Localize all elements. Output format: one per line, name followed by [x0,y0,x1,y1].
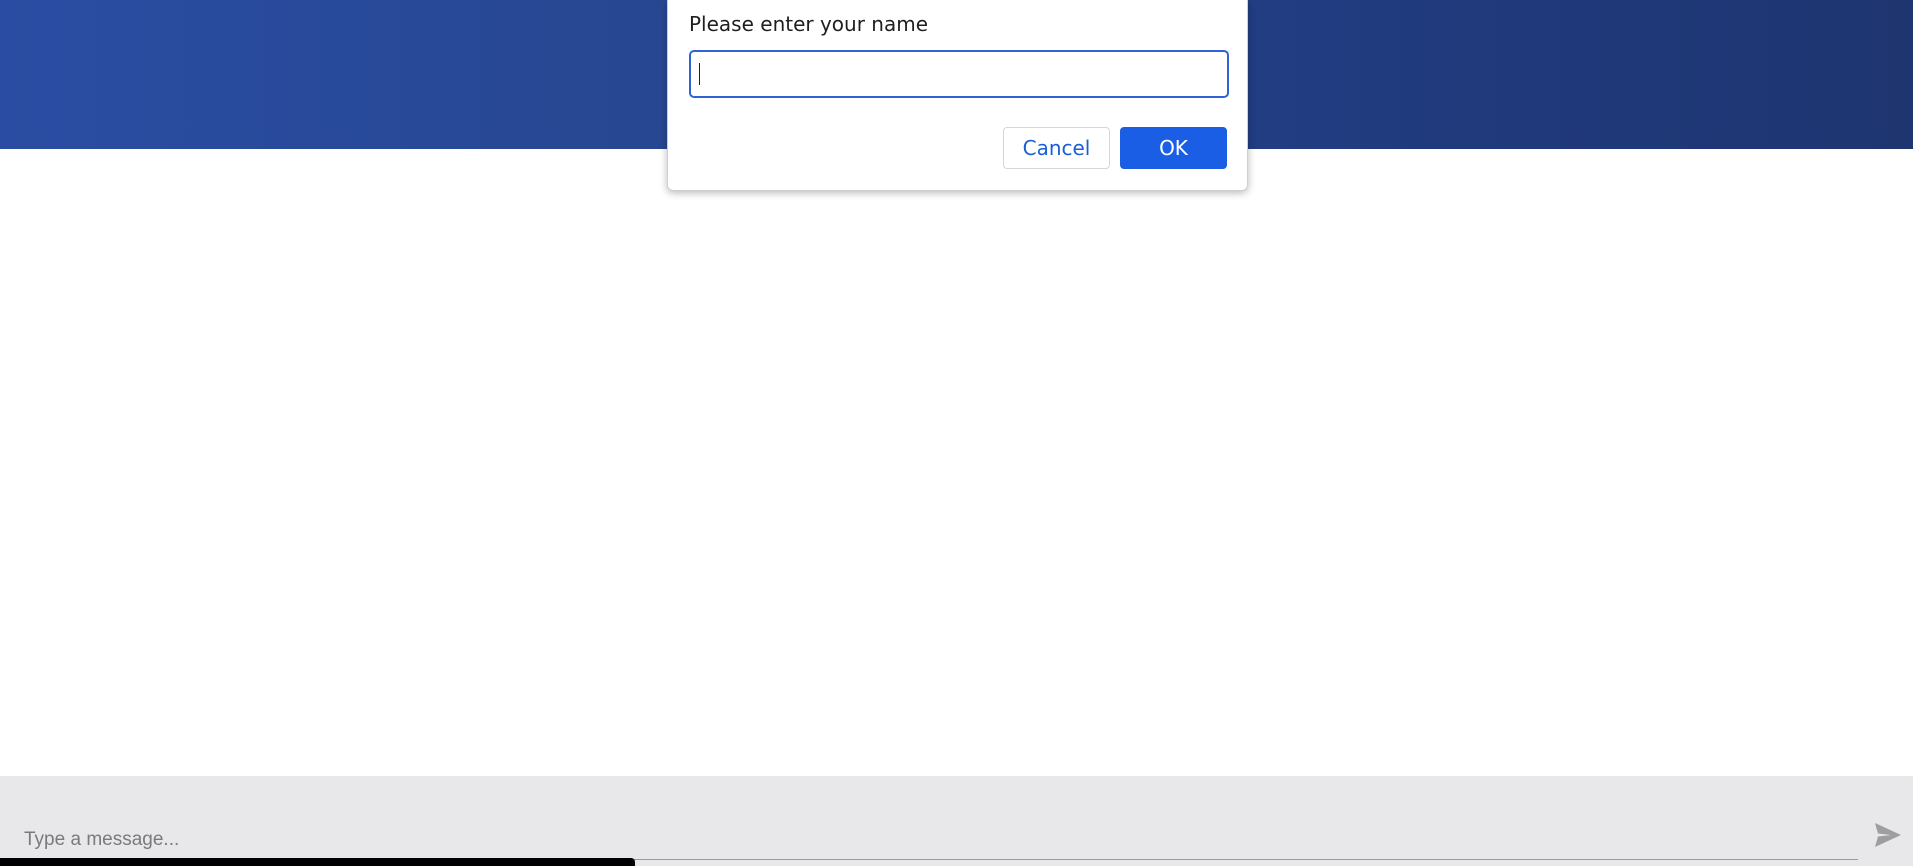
text-caret [699,63,700,85]
name-input[interactable] [689,50,1229,98]
ok-button[interactable]: OK [1120,127,1227,169]
bottom-overlay-bar [0,858,635,866]
chat-messages-area [0,149,1913,776]
message-composer [0,776,1913,866]
name-prompt-dialog: Please enter your name Cancel OK [667,0,1248,191]
send-button[interactable] [1868,816,1908,856]
cancel-button[interactable]: Cancel [1003,127,1110,169]
message-input[interactable] [10,820,1858,860]
send-icon [1873,821,1903,852]
dialog-message: Please enter your name [689,12,929,36]
dialog-actions: Cancel OK [1003,127,1227,169]
app-page: Please enter your name Cancel OK [0,0,1913,866]
